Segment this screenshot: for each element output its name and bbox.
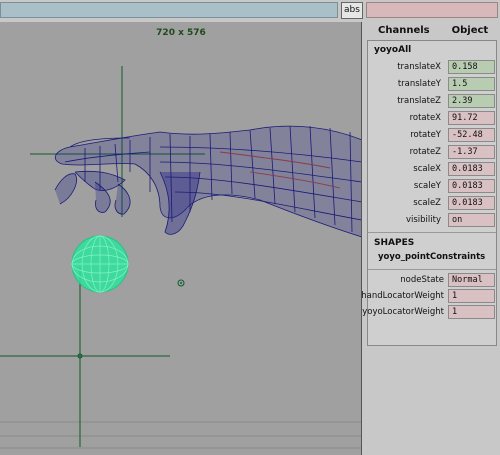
divider [368, 269, 496, 270]
attribute-label[interactable]: translateY [398, 79, 441, 89]
yoyo-locator[interactable] [0, 267, 170, 447]
channel-box-panel: Channels Object yoyoAll translateX 0.158 … [361, 22, 500, 455]
shape-attribute-label[interactable]: yoyoLocatorWeight [362, 307, 444, 317]
resolution-gate-label: 720 x 576 [156, 28, 206, 38]
attribute-row: scaleX 0.0183 [368, 161, 496, 178]
command-bar: abs [0, 0, 500, 22]
attribute-label[interactable]: rotateX [410, 113, 441, 123]
shape-attribute-row: nodeState Normal [368, 273, 496, 289]
attribute-label[interactable]: rotateY [410, 130, 441, 140]
attribute-label[interactable]: translateX [397, 62, 441, 72]
shapes-header: SHAPES [374, 238, 415, 248]
attribute-list: translateX 0.158 translateY 1.5 translateZ… [368, 59, 496, 229]
attribute-row: rotateY -52.48 [368, 127, 496, 144]
attribute-label[interactable]: visibility [406, 215, 441, 225]
shape-attribute-value[interactable]: 1 [448, 305, 495, 319]
attribute-row: visibility on [368, 212, 496, 229]
viewport-scene [0, 66, 362, 449]
shape-node-name[interactable]: yoyo_pointConstraints [368, 250, 496, 266]
command-line-input[interactable] [0, 2, 338, 18]
shape-attribute-label[interactable]: nodeState [400, 275, 444, 285]
object-name[interactable]: yoyoAll [368, 41, 496, 59]
attribute-value[interactable]: -1.37 [448, 145, 495, 159]
attribute-label[interactable]: scaleX [413, 164, 441, 174]
channel-box-menubar: Channels Object [364, 22, 500, 40]
menu-channels[interactable]: Channels [372, 22, 436, 40]
shape-attribute-value[interactable]: Normal [448, 273, 495, 287]
hand-wireframe[interactable] [54, 125, 362, 238]
attribute-value[interactable]: 2.39 [448, 94, 495, 108]
attribute-row: rotateZ -1.37 [368, 144, 496, 161]
channel-box: yoyoAll translateX 0.158 translateY 1.5 tr… [361, 40, 497, 346]
shape-attribute-label[interactable]: handLocatorWeight [361, 291, 444, 301]
attribute-value[interactable]: on [448, 213, 495, 227]
attribute-value[interactable]: 91.72 [448, 111, 495, 125]
divider [368, 232, 496, 233]
attribute-value[interactable]: 0.0183 [448, 162, 495, 176]
attribute-value[interactable]: 1.5 [448, 77, 495, 91]
attribute-row: rotateX 91.72 [368, 110, 496, 127]
shape-attribute-value[interactable]: 1 [448, 289, 495, 303]
yoyo-wireframe[interactable] [71, 235, 129, 293]
menu-object[interactable]: Object [446, 22, 495, 40]
attribute-value[interactable]: 0.0183 [448, 196, 495, 210]
attribute-value[interactable]: 0.0183 [448, 179, 495, 193]
grid-floor [0, 421, 361, 449]
attribute-label[interactable]: translateZ [397, 96, 441, 106]
shape-attribute-row: yoyoLocatorWeight 1 [362, 305, 496, 321]
attribute-row: scaleY 0.0183 [368, 178, 496, 195]
shape-attribute-row: handLocatorWeight 1 [361, 289, 496, 305]
attribute-value[interactable]: -52.48 [448, 128, 495, 142]
attribute-row: translateY 1.5 [368, 76, 496, 93]
attribute-label[interactable]: scaleZ [413, 198, 441, 208]
attribute-row: scaleZ 0.0183 [368, 195, 496, 212]
attribute-row: translateZ 2.39 [368, 93, 496, 110]
abs-button[interactable]: abs [341, 2, 363, 19]
attribute-label[interactable]: rotateZ [410, 147, 441, 157]
attribute-row: translateX 0.158 [368, 59, 496, 76]
3d-viewport[interactable]: 720 x 576 [0, 22, 362, 455]
attribute-label[interactable]: scaleY [414, 181, 441, 191]
attribute-value[interactable]: 0.158 [448, 60, 495, 74]
feedback-field[interactable] [366, 2, 498, 18]
